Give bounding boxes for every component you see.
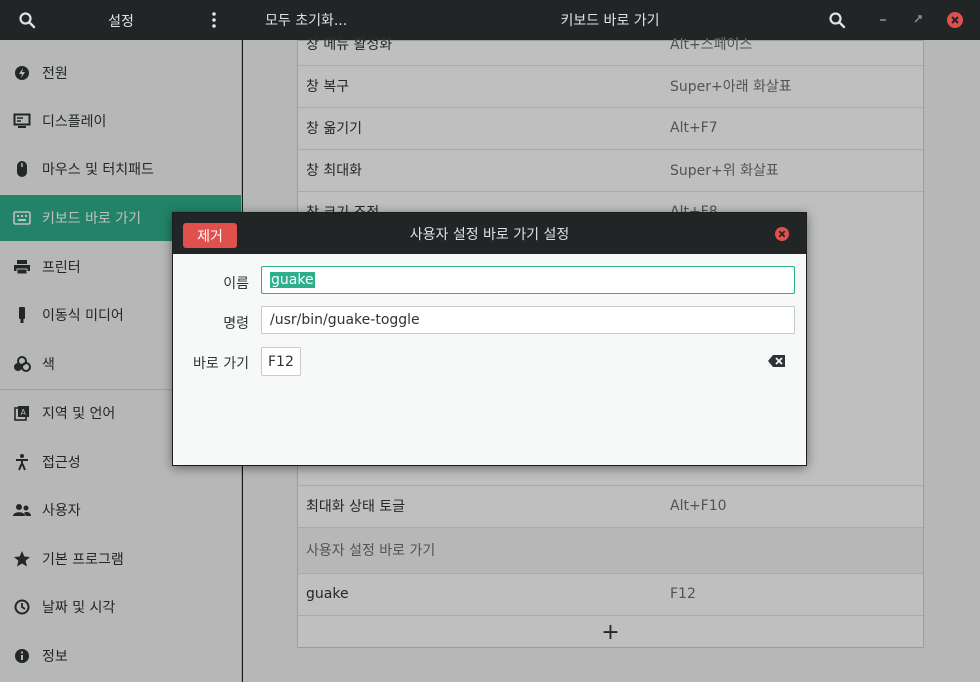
command-field[interactable]: /usr/bin/guake-toggle xyxy=(261,306,795,334)
backspace-icon[interactable] xyxy=(767,353,787,369)
name-label: 이름 xyxy=(223,276,249,292)
name-field-value: guake xyxy=(270,272,315,288)
command-label: 명령 xyxy=(223,316,249,332)
kebab-menu-icon[interactable] xyxy=(208,10,220,30)
command-field-value: /usr/bin/guake-toggle xyxy=(270,312,420,328)
shortcut-accelerator-button[interactable]: F12 xyxy=(261,347,301,376)
dialog-header: 제거 사용자 설정 바로 가기 설정 xyxy=(173,213,806,254)
close-window-icon[interactable] xyxy=(946,11,964,29)
shortcut-label: 바로 가기 xyxy=(193,356,249,372)
dialog-title: 사용자 설정 바로 가기 설정 xyxy=(409,227,570,243)
name-field[interactable]: guake xyxy=(261,266,795,294)
sidebar-header: 설정 xyxy=(0,0,242,40)
remove-button[interactable]: 제거 xyxy=(183,223,237,248)
close-icon[interactable] xyxy=(774,226,790,242)
sidebar-title: 설정 xyxy=(108,14,134,30)
custom-shortcut-dialog: 제거 사용자 설정 바로 가기 설정 이름 guake 명령 /usr/bin/… xyxy=(172,212,807,466)
shortcut-value: F12 xyxy=(268,353,294,370)
